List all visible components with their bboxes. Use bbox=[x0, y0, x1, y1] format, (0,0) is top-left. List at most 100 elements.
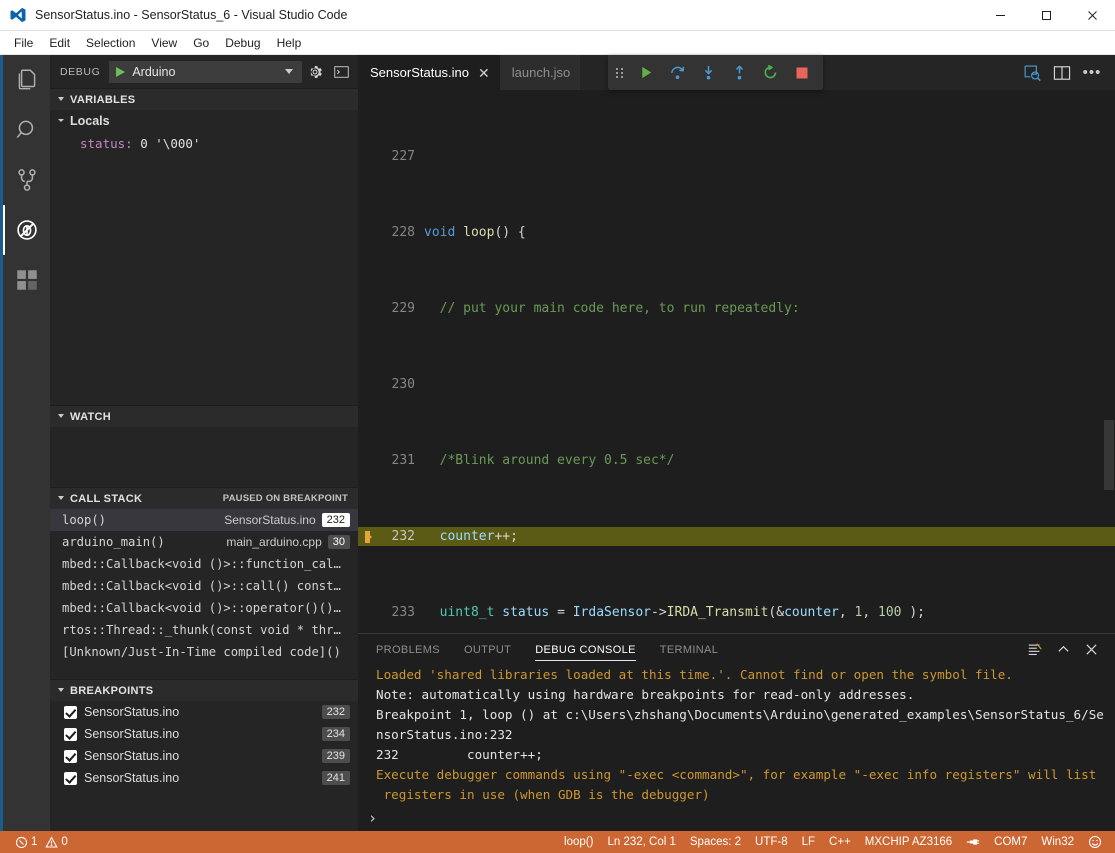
tab-debug-console[interactable]: DEBUG CONSOLE bbox=[535, 639, 636, 661]
step-out-button[interactable] bbox=[724, 55, 755, 90]
breakpoint-checkbox[interactable] bbox=[64, 750, 77, 763]
menu-go[interactable]: Go bbox=[185, 33, 217, 53]
maximize-panel-button[interactable] bbox=[1049, 636, 1077, 664]
close-icon[interactable]: ✕ bbox=[478, 66, 490, 80]
breakpoint-checkbox[interactable] bbox=[64, 728, 77, 741]
maximize-button[interactable] bbox=[1023, 0, 1069, 31]
play-icon bbox=[639, 65, 654, 80]
variable-value: 0 '\000' bbox=[140, 136, 200, 151]
debug-config-selector[interactable]: Arduino bbox=[109, 61, 302, 83]
menu-view[interactable]: View bbox=[143, 33, 185, 53]
debug-settings-button[interactable] bbox=[302, 59, 328, 85]
close-panel-icon bbox=[1085, 643, 1098, 656]
minimize-button[interactable] bbox=[977, 0, 1023, 31]
close-panel-button[interactable] bbox=[1077, 636, 1105, 664]
debug-toolbar[interactable] bbox=[608, 55, 823, 90]
more-actions-icon: ••• bbox=[1083, 65, 1102, 80]
debug-console-output[interactable]: Loaded 'shared libraries loaded at this … bbox=[358, 665, 1115, 805]
menu-help[interactable]: Help bbox=[269, 33, 310, 53]
tab-output[interactable]: OUTPUT bbox=[464, 639, 511, 660]
stop-button[interactable] bbox=[786, 55, 817, 90]
section-header-variables[interactable]: VARIABLES bbox=[50, 88, 358, 110]
tab-problems[interactable]: PROBLEMS bbox=[376, 639, 440, 660]
status-cursor-position[interactable]: Ln 232, Col 1 bbox=[600, 831, 682, 853]
debug-console-input[interactable]: › bbox=[358, 805, 1115, 831]
status-problems[interactable]: 1 0 bbox=[8, 831, 75, 853]
scrollbar-thumb[interactable] bbox=[1104, 420, 1114, 490]
breakpoint-row[interactable]: SensorStatus.ino 241 bbox=[50, 767, 358, 789]
step-out-icon bbox=[731, 64, 748, 81]
breakpoint-row[interactable]: SensorStatus.ino 234 bbox=[50, 723, 358, 745]
breakpoint-row[interactable]: SensorStatus.ino 239 bbox=[50, 745, 358, 767]
callstack-frame[interactable]: mbed::Callback<void ()>::function_cal… bbox=[50, 553, 358, 575]
line-text: counter++; bbox=[424, 527, 1115, 546]
chevron-down-icon bbox=[58, 97, 64, 101]
status-encoding[interactable]: UTF-8 bbox=[748, 831, 795, 853]
section-header-callstack[interactable]: CALL STACK PAUSED ON BREAKPOINT bbox=[50, 487, 358, 509]
code-editor[interactable]: 227 228void loop() { 229 // put your mai… bbox=[358, 90, 1115, 633]
breakpoint-file: SensorStatus.ino bbox=[84, 705, 179, 719]
editor-scrollbar[interactable] bbox=[1101, 90, 1115, 633]
code-line: 233 uint8_t status = IrdaSensor->IRDA_Tr… bbox=[358, 603, 1115, 622]
menu-selection[interactable]: Selection bbox=[78, 33, 143, 53]
activity-item-debug[interactable] bbox=[3, 205, 50, 255]
clear-console-button[interactable] bbox=[1021, 636, 1049, 664]
chevron-down-icon bbox=[58, 119, 64, 122]
status-serial-port[interactable]: COM7 bbox=[987, 831, 1034, 853]
status-feedback[interactable] bbox=[1081, 831, 1109, 853]
activity-item-source-control[interactable] bbox=[3, 155, 50, 205]
step-over-button[interactable] bbox=[662, 55, 693, 90]
callstack-body: loop() SensorStatus.ino 232 arduino_main… bbox=[50, 509, 358, 679]
preview-icon bbox=[1023, 63, 1042, 82]
callstack-frame[interactable]: arduino_main() main_arduino.cpp 30 bbox=[50, 531, 358, 553]
split-editor-button[interactable] bbox=[1047, 55, 1077, 90]
tab-label: launch.jso bbox=[512, 65, 571, 80]
step-into-icon bbox=[700, 64, 717, 81]
callstack-frame[interactable]: rtos::Thread::_thunk(const void * thr… bbox=[50, 619, 358, 641]
menu-debug[interactable]: Debug bbox=[217, 33, 268, 53]
open-debug-console-button[interactable] bbox=[328, 59, 354, 85]
tab-label: SensorStatus.ino bbox=[370, 65, 469, 80]
continue-button[interactable] bbox=[631, 55, 662, 90]
tab-sensorstatus-ino[interactable]: SensorStatus.ino ✕ bbox=[358, 55, 500, 90]
status-eol[interactable]: LF bbox=[795, 831, 822, 853]
callstack-frame[interactable]: [Unknown/Just-In-Time compiled code]() bbox=[50, 641, 358, 663]
frame-line: 232 bbox=[322, 513, 350, 527]
chevron-down-icon[interactable] bbox=[285, 69, 293, 74]
editor-group: SensorStatus.ino ✕ launch.jso bbox=[358, 55, 1115, 831]
callstack-frame[interactable]: mbed::Callback<void ()>::operator()()… bbox=[50, 597, 358, 619]
menu-file[interactable]: File bbox=[6, 33, 41, 53]
status-indentation[interactable]: Spaces: 2 bbox=[683, 831, 748, 853]
variable-row[interactable]: status: 0 '\000' bbox=[50, 132, 358, 154]
play-icon[interactable] bbox=[116, 67, 125, 77]
status-serial-plug[interactable] bbox=[959, 831, 987, 853]
activity-item-extensions[interactable] bbox=[3, 255, 50, 305]
breakpoint-row[interactable]: SensorStatus.ino 232 bbox=[50, 701, 358, 723]
breakpoint-checkbox[interactable] bbox=[64, 706, 77, 719]
clear-console-icon bbox=[1027, 642, 1043, 658]
step-into-button[interactable] bbox=[693, 55, 724, 90]
drag-handle-icon[interactable] bbox=[616, 68, 623, 78]
preview-button[interactable] bbox=[1017, 55, 1047, 90]
variables-scope-locals[interactable]: Locals bbox=[50, 110, 358, 132]
tab-launch-json[interactable]: launch.jso bbox=[500, 55, 581, 90]
callstack-frame[interactable]: loop() SensorStatus.ino 232 bbox=[50, 509, 358, 531]
tab-terminal[interactable]: TERMINAL bbox=[660, 639, 718, 660]
activity-bar bbox=[0, 55, 50, 831]
callstack-frame[interactable]: mbed::Callback<void ()>::call() const… bbox=[50, 575, 358, 597]
status-board[interactable]: MXCHIP AZ3166 bbox=[858, 831, 959, 853]
activity-item-search[interactable] bbox=[3, 105, 50, 155]
line-number: 228 bbox=[358, 223, 424, 242]
restart-button[interactable] bbox=[755, 55, 786, 90]
status-debug-frame[interactable]: loop() bbox=[557, 831, 600, 853]
section-header-breakpoints[interactable]: BREAKPOINTS bbox=[50, 679, 358, 701]
status-platform[interactable]: Win32 bbox=[1034, 831, 1081, 853]
section-header-watch[interactable]: WATCH bbox=[50, 405, 358, 427]
more-actions-button[interactable]: ••• bbox=[1077, 55, 1107, 90]
breakpoint-checkbox[interactable] bbox=[64, 772, 77, 785]
status-language-mode[interactable]: C++ bbox=[822, 831, 858, 853]
line-text: uint8_t status = IrdaSensor->IRDA_Transm… bbox=[424, 603, 1115, 622]
activity-item-explorer[interactable] bbox=[3, 55, 50, 105]
close-button[interactable] bbox=[1069, 0, 1115, 31]
menu-edit[interactable]: Edit bbox=[41, 33, 78, 53]
